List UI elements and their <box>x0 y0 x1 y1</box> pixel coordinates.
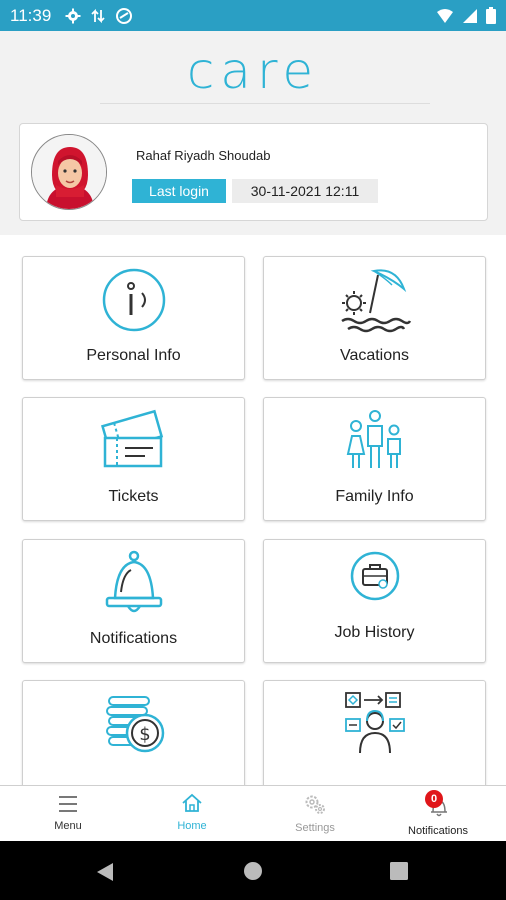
workflow-person-icon <box>344 692 405 754</box>
care-logo: care <box>186 42 320 100</box>
tile-label: Personal Info <box>86 347 181 364</box>
battery-icon <box>486 7 496 24</box>
nav-notifications[interactable]: 0 Notifications <box>375 786 501 842</box>
tile-payroll[interactable]: $ <box>22 680 245 785</box>
nav-settings[interactable]: Settings <box>252 786 378 842</box>
recents-icon[interactable] <box>390 862 408 880</box>
last-login-value: 30-11-2021 12:11 <box>232 179 378 203</box>
family-icon <box>346 410 401 468</box>
nav-menu[interactable]: Menu <box>5 786 131 842</box>
gear-icon <box>65 8 81 23</box>
profile-section: Rahaf Riyadh Shoudab Last login 30-11-20… <box>0 111 506 235</box>
home-icon <box>182 793 202 812</box>
tile-label: Notifications <box>89 630 178 647</box>
menu-grid: Personal Info Vacations Tickets Family I… <box>0 235 506 785</box>
tile-vacations[interactable]: Vacations <box>263 256 486 380</box>
tile-personal-info[interactable]: Personal Info <box>22 256 245 380</box>
tile-workflow[interactable] <box>263 680 486 785</box>
nav-settings-label: Settings <box>295 822 335 834</box>
nav-menu-label: Menu <box>54 820 82 832</box>
home-circle-icon[interactable] <box>243 861 263 881</box>
android-nav-bar <box>0 841 506 900</box>
tile-family-info[interactable]: Family Info <box>263 397 486 521</box>
svg-text:$: $ <box>139 724 150 745</box>
coins-dollar-icon: $ <box>105 696 164 753</box>
tile-label: Vacations <box>339 347 410 364</box>
info-icon <box>102 268 165 332</box>
nav-home-label: Home <box>177 820 207 832</box>
hamburger-icon <box>59 796 77 812</box>
vpn-icon <box>116 7 133 24</box>
user-name: Rahaf Riyadh Shoudab <box>136 148 271 163</box>
signal-icon <box>463 8 477 23</box>
beach-umbrella-icon <box>340 269 411 333</box>
tile-job-history[interactable]: Job History <box>263 539 486 663</box>
profile-card[interactable]: Rahaf Riyadh Shoudab Last login 30-11-20… <box>19 123 488 221</box>
avatar <box>31 134 107 210</box>
app-header: care <box>0 31 506 111</box>
status-time: 11:39 <box>10 5 52 25</box>
header-divider <box>100 103 430 104</box>
last-login-label: Last login <box>132 179 226 203</box>
tile-label: Job History <box>334 624 415 641</box>
gears-icon <box>305 795 325 814</box>
avatar-woman-hijab-icon <box>32 135 106 209</box>
bell-icon <box>105 550 162 613</box>
tile-notifications[interactable]: Notifications <box>22 539 245 663</box>
tickets-icon <box>100 409 163 468</box>
back-icon[interactable] <box>96 862 114 882</box>
notification-badge: 0 <box>425 790 443 808</box>
tile-label: Tickets <box>108 488 159 505</box>
nav-home[interactable]: Home <box>129 786 255 842</box>
tile-tickets[interactable]: Tickets <box>22 397 245 521</box>
bottom-nav: Menu Home Settings 0 Notifications <box>0 785 506 841</box>
nav-notifications-label: Notifications <box>408 825 468 837</box>
data-transfer-icon <box>91 8 105 23</box>
tile-label: Family Info <box>335 488 414 505</box>
status-bar: 11:39 <box>0 0 506 31</box>
briefcase-icon <box>350 551 399 601</box>
wifi-icon <box>437 8 453 23</box>
